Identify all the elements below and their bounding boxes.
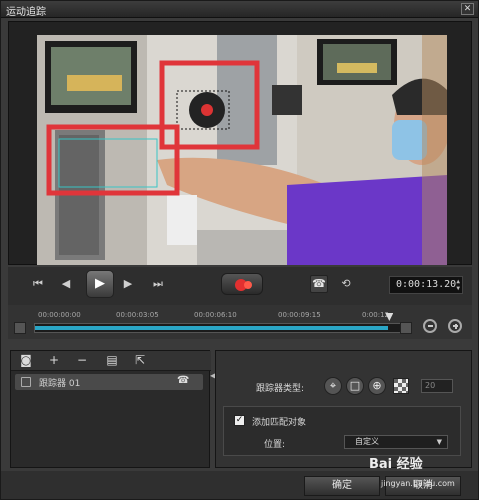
- step-back-icon[interactable]: ◀: [56, 274, 76, 294]
- history-icon[interactable]: ⟲: [336, 274, 356, 294]
- play-icon[interactable]: ▶: [86, 270, 114, 298]
- record-dot: [244, 281, 252, 289]
- tracker-settings-panel: 跟踪器类型: ⌖ □ ⊕ 20 ✓ 添加匹配对象 位置: 自定义 ▼: [215, 350, 472, 468]
- tracker-icon: [21, 377, 31, 387]
- mosaic-size-field[interactable]: 20: [421, 379, 453, 393]
- tick-label: 00:00:09:15: [278, 311, 321, 319]
- mosaic-icon[interactable]: [393, 378, 409, 394]
- position-value: 自定义: [355, 437, 379, 446]
- export-icon[interactable]: ⇱: [133, 354, 147, 368]
- step-forward-icon[interactable]: ▶: [118, 274, 138, 294]
- timeline-scrubber[interactable]: [34, 323, 408, 333]
- timeline-progress: [35, 326, 389, 330]
- timeline-start-marker[interactable]: [14, 322, 26, 334]
- tracker-list-panel: ◙ + − ▤ ⇱ 跟踪器 01 ☎: [10, 350, 211, 468]
- watermark-logo: Bai 经验: [369, 457, 423, 472]
- zoom-out-icon[interactable]: [423, 319, 437, 333]
- zoom-in-icon[interactable]: [448, 319, 462, 333]
- tracker-label: 跟踪器 01: [39, 379, 81, 389]
- go-end-icon[interactable]: ⏭: [148, 274, 168, 294]
- tick-label: 00:00:06:10: [194, 311, 237, 319]
- mosaic-size-value: 20: [425, 381, 436, 390]
- tracker-type-point-icon[interactable]: ⌖: [324, 377, 342, 395]
- tick-label: 0:00:12: [362, 311, 389, 319]
- chevron-down-icon: ▼: [436, 438, 442, 446]
- remove-tracker-icon[interactable]: −: [75, 354, 89, 368]
- position-select[interactable]: 自定义 ▼: [344, 435, 448, 449]
- match-object-group: ✓ 添加匹配对象 位置: 自定义 ▼: [223, 406, 461, 456]
- track-motion-button[interactable]: [221, 273, 263, 295]
- phone-icon[interactable]: ☎: [177, 375, 189, 386]
- tick-label: 00:00:03:05: [116, 311, 159, 319]
- tracker-type-area-icon[interactable]: □: [346, 377, 364, 395]
- timecode-spinner[interactable]: ▲ ▼: [456, 278, 460, 292]
- tracker-type-label: 跟踪器类型:: [256, 384, 305, 394]
- window-title: 运动追踪: [6, 7, 46, 18]
- add-tracker-icon[interactable]: +: [47, 354, 61, 368]
- timecode-display[interactable]: 0:00:13.20 ▲ ▼: [389, 276, 463, 294]
- close-icon[interactable]: ✕: [461, 3, 474, 15]
- motion-tracking-window: 运动追踪 ✕ ⏮ ◀ ▶ ▶ ⏭ ☎ ⟲ 0:00:13.20 ▲ ▼ 00:0…: [0, 0, 479, 500]
- timecode-value: 0:00:13.20: [396, 279, 457, 290]
- tracker-toolbar: ◙ + − ▤ ⇱: [11, 351, 211, 371]
- match-object-label: 添加匹配对象: [252, 418, 307, 428]
- timeline-end-marker[interactable]: [400, 322, 412, 334]
- rename-icon[interactable]: ▤: [105, 354, 119, 368]
- match-object-checkbox[interactable]: ✓: [234, 415, 245, 426]
- timeline: 00:00:00:00 00:00:03:05 00:00:06:10 00:0…: [8, 305, 472, 339]
- video-frame-image: [37, 35, 447, 265]
- watermark-url: jingyan.baidu.com: [381, 479, 455, 488]
- timeline-ruler: 00:00:00:00 00:00:03:05 00:00:06:10 00:0…: [34, 311, 406, 321]
- video-preview[interactable]: [37, 35, 447, 265]
- playback-controls: ⏮ ◀ ▶ ▶ ⏭ ☎ ⟲ 0:00:13.20 ▲ ▼: [8, 267, 472, 305]
- camera-icon[interactable]: ◙: [19, 354, 33, 368]
- tracker-type-multi-icon[interactable]: ⊕: [368, 377, 386, 395]
- go-start-icon[interactable]: ⏮: [28, 274, 48, 294]
- position-label: 位置:: [264, 440, 286, 450]
- ok-button[interactable]: 确定: [304, 476, 380, 496]
- phone-icon[interactable]: ☎: [310, 275, 328, 293]
- title-bar: 运动追踪 ✕: [1, 1, 478, 18]
- tracker-list-item[interactable]: 跟踪器 01 ☎: [15, 374, 203, 390]
- tick-label: 00:00:00:00: [38, 311, 81, 319]
